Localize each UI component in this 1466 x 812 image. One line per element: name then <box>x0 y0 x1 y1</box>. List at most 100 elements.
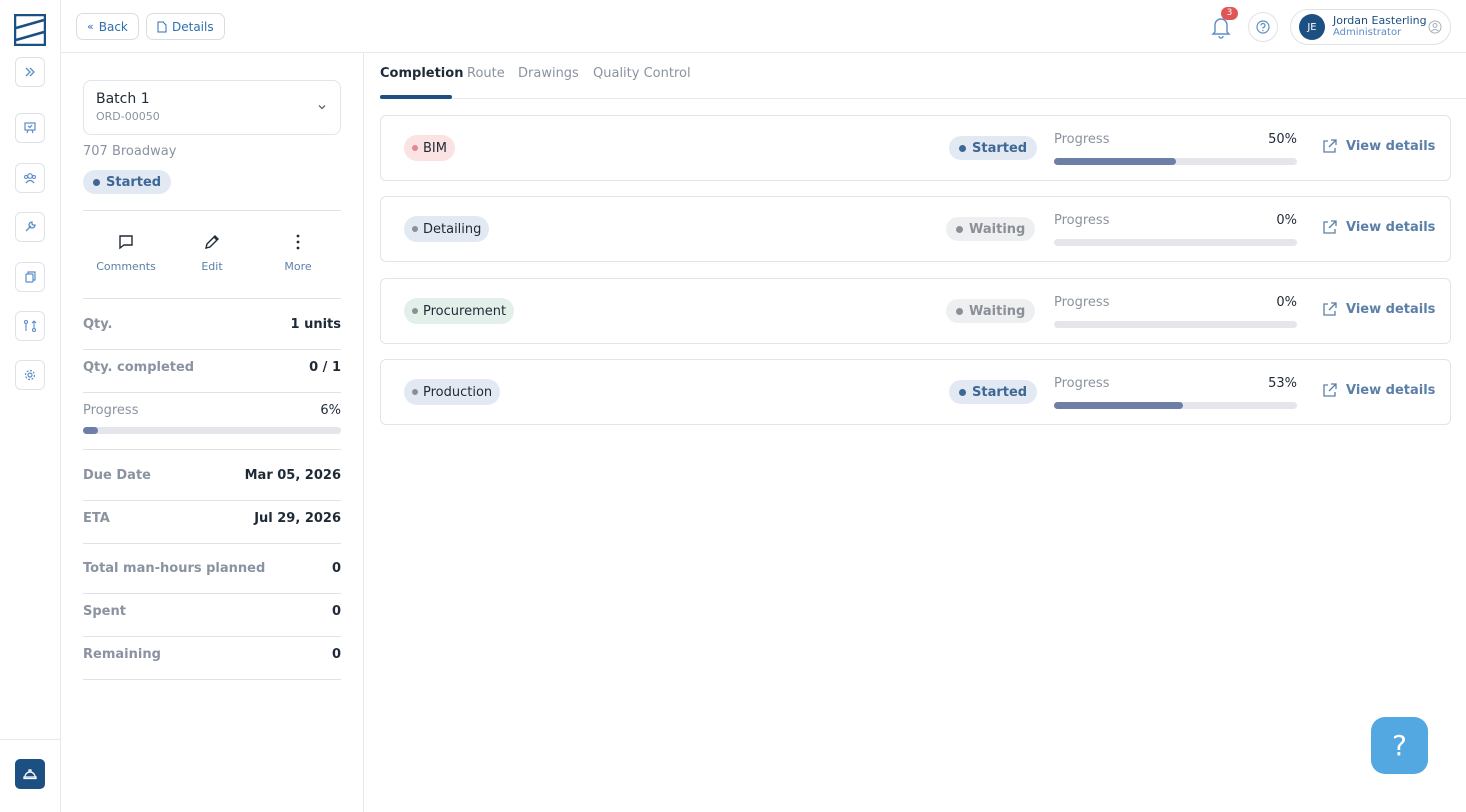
qty-label: Qty. <box>83 317 113 332</box>
stage-chip: Detailing <box>404 216 490 242</box>
qty-completed-row: Qty. completed 0 / 1 <box>83 360 341 375</box>
progress-label: Progress <box>83 403 139 418</box>
status-dot <box>959 388 966 396</box>
view-details-link[interactable]: View details <box>1321 301 1435 318</box>
status-dot <box>93 178 100 186</box>
view-details-link[interactable]: View details <box>1321 138 1435 155</box>
stage-name: Production <box>423 384 493 400</box>
batch-details-panel: Batch 1 ORD-00050 707 Broadway Started C… <box>61 53 364 812</box>
comments-button[interactable]: Comments <box>83 233 169 273</box>
progress-label: Progress <box>1054 213 1110 228</box>
comments-label: Comments <box>96 260 156 273</box>
tab-drawings[interactable]: Drawings <box>518 66 579 81</box>
user-menu[interactable]: JE Jordan Easterling Administrator <box>1290 9 1451 45</box>
due-date-row: Due Date Mar 05, 2026 <box>83 468 341 483</box>
nav-board-button[interactable] <box>15 113 45 143</box>
more-button[interactable]: More <box>255 233 341 273</box>
settings-icon <box>24 369 36 381</box>
divider <box>83 543 341 544</box>
team-icon <box>24 173 36 184</box>
divider <box>83 210 341 211</box>
double-chevron-left-icon: « <box>87 20 94 33</box>
eta-value: Jul 29, 2026 <box>254 511 341 526</box>
status-badge: Waiting <box>946 299 1036 323</box>
progress-bar <box>1054 321 1297 328</box>
divider <box>83 593 341 594</box>
nav-team-button[interactable] <box>15 163 45 193</box>
details-label: Details <box>172 19 214 34</box>
progress-bar-fill <box>1054 402 1183 409</box>
progress-label: Progress <box>1054 132 1110 147</box>
progress-percent: 0% <box>1276 213 1297 228</box>
spent-value: 0 <box>331 604 341 619</box>
stage-name: Procurement <box>423 303 507 319</box>
progress-percent: 53% <box>1268 376 1297 391</box>
eta-label: ETA <box>83 511 110 526</box>
stage-chip: Procurement <box>404 298 515 324</box>
tab-quality-control[interactable]: Quality Control <box>593 66 691 81</box>
status-label: Waiting <box>969 221 1026 237</box>
remaining-label: Remaining <box>83 647 161 662</box>
hard-hat-button[interactable] <box>15 759 45 789</box>
view-details-link[interactable]: View details <box>1321 382 1435 399</box>
qty-value: 1 units <box>290 317 342 332</box>
notification-badge: 3 <box>1221 7 1238 20</box>
planned-hours-row: Total man-hours planned 0 <box>83 561 341 576</box>
view-details-link[interactable]: View details <box>1321 219 1435 236</box>
divider <box>83 298 341 299</box>
divider <box>83 679 341 680</box>
status-dot <box>956 307 963 315</box>
nav-settings-button[interactable] <box>15 360 45 390</box>
qty-completed-label: Qty. completed <box>83 360 195 375</box>
nav-tools-button[interactable] <box>15 212 45 242</box>
divider <box>83 392 341 393</box>
progress-label: Progress <box>1054 376 1110 391</box>
comment-icon <box>119 235 133 250</box>
stage-card-production: Production Started Progress 53% View det… <box>380 359 1451 425</box>
back-button[interactable]: « Back <box>76 13 139 40</box>
details-button[interactable]: Details <box>146 13 225 40</box>
tab-completion[interactable]: Completion <box>380 66 463 81</box>
view-details-label: View details <box>1346 383 1436 398</box>
expand-sidebar-button[interactable] <box>15 57 45 87</box>
expand-icon <box>25 67 35 77</box>
batch-selector[interactable]: Batch 1 ORD-00050 <box>83 80 341 135</box>
stage-dot <box>412 145 418 151</box>
stage-name: Detailing <box>423 221 482 237</box>
progress-bar-fill <box>1054 158 1176 165</box>
planned-hours-label: Total man-hours planned <box>83 561 266 576</box>
stage-dot <box>412 308 418 314</box>
spent-label: Spent <box>83 604 126 619</box>
chevron-down-icon <box>318 105 326 110</box>
tab-route[interactable]: Route <box>467 66 505 81</box>
progress-percent: 50% <box>1268 132 1297 147</box>
stage-card-bim: BIM Started Progress 50% View details <box>380 115 1451 181</box>
status-label: Started <box>972 140 1028 156</box>
user-role: Administrator <box>1333 27 1402 38</box>
status-dot <box>959 144 966 152</box>
nav-copy-button[interactable] <box>15 262 45 292</box>
user-name: Jordan Easterling <box>1333 14 1427 27</box>
status-badge: Started <box>949 380 1038 404</box>
view-details-label: View details <box>1346 302 1436 317</box>
edit-button[interactable]: Edit <box>169 233 255 273</box>
help-icon <box>1256 20 1270 34</box>
account-settings-icon[interactable] <box>1428 20 1442 34</box>
progress-value: 6% <box>320 403 341 418</box>
status-badge: Waiting <box>946 217 1036 241</box>
progress-bar <box>1054 239 1297 246</box>
logo-icon[interactable] <box>14 14 46 46</box>
external-link-icon <box>1323 220 1337 234</box>
batch-address: 707 Broadway <box>83 144 177 159</box>
divider <box>83 636 341 637</box>
help-fab-button[interactable]: ? <box>1371 717 1428 774</box>
progress-bar <box>1054 402 1297 409</box>
progress-bar <box>1054 158 1297 165</box>
stage-dot <box>412 226 418 232</box>
progress-row: Progress 6% <box>83 403 341 418</box>
hard-hat-icon <box>23 769 37 780</box>
help-button[interactable] <box>1248 12 1278 42</box>
divider <box>83 500 341 501</box>
divider <box>83 449 341 450</box>
nav-route-button[interactable] <box>15 311 45 341</box>
